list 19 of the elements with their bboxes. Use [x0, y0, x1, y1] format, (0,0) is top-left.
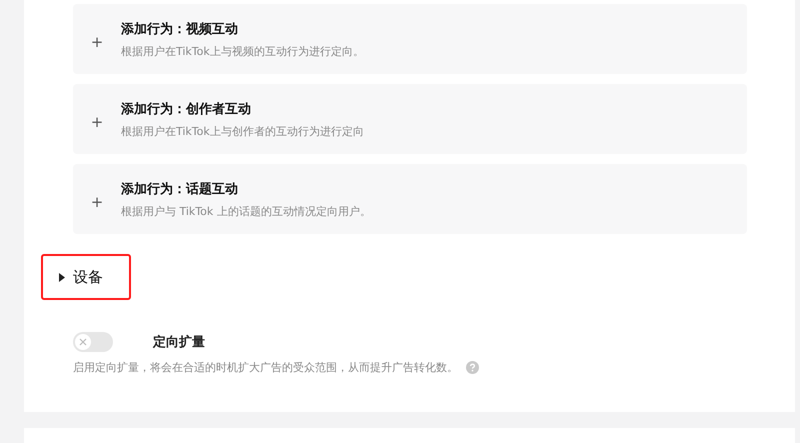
plus-icon: + [73, 193, 121, 211]
section-toggle[interactable]: 设备 [41, 254, 131, 300]
plus-icon: + [73, 113, 121, 131]
toggle-switch[interactable] [73, 332, 113, 352]
plus-icon: + [73, 33, 121, 51]
caret-icon [59, 272, 65, 282]
add-behavior-option[interactable]: + 添加行为：创作者互动 根据用户在TikTok上与创作者的互动行为进行定向 [73, 84, 747, 154]
option-description: 根据用户在TikTok上与视频的互动行为进行定向。 [121, 44, 364, 58]
option-title: 添加行为：视频互动 [121, 20, 239, 38]
toggle-label: 定向扩量 [153, 334, 205, 351]
add-behavior-option[interactable]: + 添加行为：视频互动 根据用户在TikTok上与视频的互动行为进行定向。 [73, 4, 747, 74]
help-text: 启用定向扩量，将会在合适的时机扩大广告的受众范围，从而提升广告转化数。 [73, 360, 458, 375]
option-description: 根据用户在TikTok上与创作者的互动行为进行定向 [121, 124, 364, 138]
help-icon[interactable] [466, 361, 479, 374]
option-title: 添加行为：创作者互动 [121, 100, 252, 118]
option-description: 根据用户与 TikTok 上的话题的互动情况定向用户。 [121, 204, 371, 218]
option-title: 添加行为：话题互动 [121, 180, 239, 198]
add-behavior-option[interactable]: + 添加行为：话题互动 根据用户与 TikTok 上的话题的互动情况定向用户。 [73, 164, 747, 234]
cross-icon [79, 338, 87, 346]
